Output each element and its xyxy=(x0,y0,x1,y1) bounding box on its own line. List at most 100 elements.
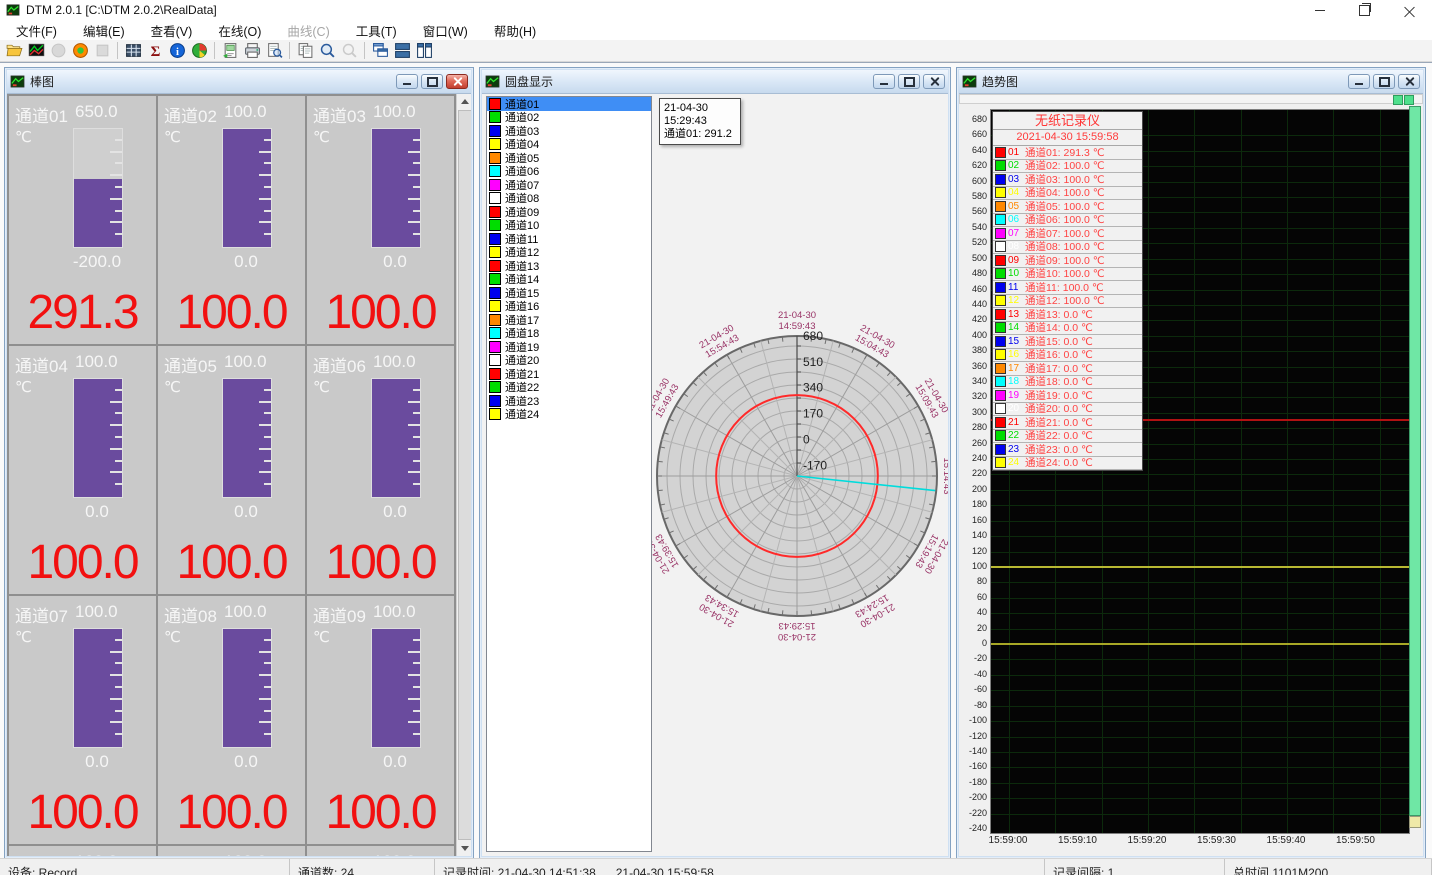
realtime-display-icon[interactable] xyxy=(26,41,46,61)
h-gridline xyxy=(991,767,1409,768)
tooltip-value: 通道01: 291.2 xyxy=(664,128,736,141)
channel-list-item[interactable]: 通道24 xyxy=(487,408,651,422)
scroll-block-icon[interactable] xyxy=(1393,95,1403,105)
gauge-channel-name: 通道12 xyxy=(313,852,371,856)
channel-color-swatch xyxy=(489,219,501,231)
legend-color-swatch xyxy=(995,309,1006,320)
cascade-windows-icon[interactable] xyxy=(370,41,390,61)
gauge-channel-name: 通道03 xyxy=(313,102,371,124)
trend-close-button[interactable] xyxy=(1398,74,1420,89)
title-bar: DTM 2.0.1 [C:\DTM 2.0.2\RealData] xyxy=(0,0,1432,20)
menu-file[interactable]: 文件(F) xyxy=(6,19,67,42)
h-gridline xyxy=(991,783,1409,784)
channel-color-swatch xyxy=(489,314,501,326)
trend-minimize-button[interactable] xyxy=(1348,74,1370,89)
trend-horizontal-scrollbar[interactable] xyxy=(959,94,1423,104)
gauge-tick xyxy=(413,139,420,141)
gauge-max-value: 100.0 xyxy=(373,352,416,372)
print-icon[interactable] xyxy=(242,41,262,61)
legend-channel-number: 18 xyxy=(1008,376,1025,387)
print-preview-icon[interactable] xyxy=(264,41,284,61)
gauge-tick xyxy=(115,389,122,391)
legend-color-swatch xyxy=(995,174,1006,185)
trend-vertical-scrollbar[interactable] xyxy=(1409,106,1421,816)
gauge-tick xyxy=(115,412,122,414)
gauge-tick xyxy=(413,162,420,164)
y-axis-label: -200 xyxy=(959,792,987,802)
gauge-tick xyxy=(408,151,420,153)
scroll-up-button[interactable] xyxy=(457,94,471,109)
gauge-bar xyxy=(222,628,272,748)
menu-help[interactable]: 帮助(H) xyxy=(484,19,546,42)
gauge-tick xyxy=(408,401,420,403)
gauge-tick xyxy=(264,460,271,462)
x-axis-label: 15:59:00 xyxy=(977,835,1039,846)
menu-online[interactable]: 在线(O) xyxy=(208,19,271,42)
minimize-button[interactable] xyxy=(1297,0,1342,20)
gauge-tick xyxy=(110,151,122,153)
data-table-icon[interactable] xyxy=(123,41,143,61)
y-axis-label: 440 xyxy=(959,299,987,309)
legend-channel-number: 17 xyxy=(1008,363,1025,374)
gauge-value: 100.0 xyxy=(9,535,156,590)
menu-view[interactable]: 查看(V) xyxy=(141,19,203,42)
menu-tools[interactable]: 工具(T) xyxy=(346,19,407,42)
menu-edit[interactable]: 编辑(E) xyxy=(73,19,135,42)
close-button[interactable] xyxy=(1387,0,1432,20)
export-icon[interactable] xyxy=(220,41,240,61)
bar-window-content: 通道01650.0℃-200.0291.3通道02100.0℃0.0100.0通… xyxy=(7,94,471,856)
status-field: 设备: Record xyxy=(0,859,290,875)
gauge-max-value: 100.0 xyxy=(224,602,267,622)
y-axis-label: -100 xyxy=(959,715,987,725)
gauge-channel-name: 通道04 xyxy=(15,352,73,374)
bar-maximize-button[interactable] xyxy=(421,74,443,89)
trend-window-titlebar[interactable]: 趋势图 xyxy=(959,70,1423,94)
disc-close-button[interactable] xyxy=(923,74,945,89)
scrollbar-end-cap[interactable] xyxy=(1409,816,1421,828)
gauge-bar-fill xyxy=(74,629,122,747)
y-axis-label: 320 xyxy=(959,391,987,401)
gauge-min-value: 0.0 xyxy=(345,502,445,522)
zoom-icon[interactable] xyxy=(317,41,337,61)
disc-minimize-button[interactable] xyxy=(873,74,895,89)
menu-window[interactable]: 窗口(W) xyxy=(413,19,478,42)
legend-channel-number: 19 xyxy=(1008,390,1025,401)
disc-window-titlebar[interactable]: 圆盘显示 xyxy=(482,70,948,94)
gauge-value: 100.0 xyxy=(158,785,305,840)
pie-chart-icon[interactable] xyxy=(189,41,209,61)
y-axis-label: 300 xyxy=(959,407,987,417)
scroll-down-button[interactable] xyxy=(457,841,471,856)
bar-close-button[interactable] xyxy=(446,74,468,89)
status-field: 通道数: 24 xyxy=(290,859,435,875)
gauge-tick xyxy=(413,389,420,391)
bar-window-scrollbar[interactable] xyxy=(456,94,471,856)
scroll-thumb[interactable] xyxy=(458,110,471,840)
gauge-unit: ℃ xyxy=(313,128,330,146)
open-file-icon[interactable] xyxy=(4,41,24,61)
y-axis-label: 420 xyxy=(959,314,987,324)
trend-maximize-button[interactable] xyxy=(1373,74,1395,89)
menu-curve[interactable]: 曲线(C) xyxy=(277,19,339,42)
tile-vertical-icon[interactable] xyxy=(414,41,434,61)
chart-window-icon xyxy=(485,74,500,89)
statistics-sigma-icon[interactable]: Σ xyxy=(145,41,165,61)
gauge-tick xyxy=(264,233,271,235)
info-icon[interactable]: i xyxy=(167,41,187,61)
gauge-tick xyxy=(110,471,122,473)
status-field: 记录时间: 21-04-30 14:51:38 21-04-30 15:59:5… xyxy=(435,859,1045,875)
gauge-tick xyxy=(115,210,122,212)
legend-color-swatch xyxy=(995,295,1006,306)
restore-button[interactable] xyxy=(1342,0,1387,20)
copy-icon[interactable] xyxy=(295,41,315,61)
y-axis-label: 280 xyxy=(959,422,987,432)
record-icon[interactable] xyxy=(70,41,90,61)
disc-maximize-button[interactable] xyxy=(898,74,920,89)
tile-horizontal-icon[interactable] xyxy=(392,41,412,61)
y-axis-label: 460 xyxy=(959,284,987,294)
bar-window-titlebar[interactable]: 棒图 xyxy=(7,70,471,94)
channel-label: 通道24 xyxy=(505,406,539,422)
bar-minimize-button[interactable] xyxy=(396,74,418,89)
gauge-tick xyxy=(408,674,420,676)
gauge-tick xyxy=(115,662,122,664)
scroll-block-icon[interactable] xyxy=(1404,95,1414,105)
